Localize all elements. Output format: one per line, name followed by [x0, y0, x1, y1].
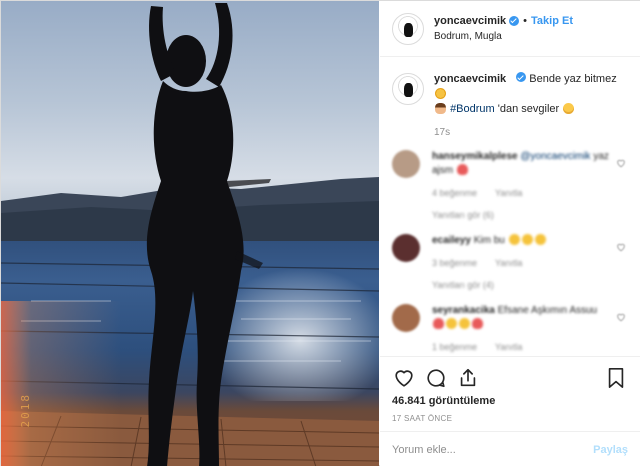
verified-badge-icon: [516, 72, 527, 82]
action-icons: [392, 363, 628, 393]
hearts-emoji-icon: [433, 318, 444, 329]
comment-text: ecaileyy Kim bu: [432, 234, 610, 248]
view-replies-link[interactable]: Yanıtları gör (4): [432, 278, 610, 292]
heart-icon[interactable]: [392, 366, 416, 390]
laugh-emoji-icon: [521, 234, 533, 245]
caption-body: yoncaevcimik Bende yaz bitmez #Bodrum 'd…: [434, 72, 628, 117]
video-frame-art: [1, 3, 379, 466]
comment-username[interactable]: seyrankacika: [432, 305, 495, 316]
comment-text: seyrankacika Efsane Aşkımın Assuu: [432, 304, 610, 332]
comment-message: Kim bu: [473, 235, 505, 246]
comment-body: seyrankacika Efsane Aşkımın Assuu 1 beğe…: [432, 304, 610, 354]
avatar[interactable]: [392, 12, 424, 45]
caption-time: 17s: [434, 127, 451, 138]
hearts-emoji-icon: [472, 318, 483, 329]
post-actions: 46.841 görüntüleme 17 SAAT ÖNCE: [380, 356, 640, 423]
woman-emoji-icon: [435, 103, 446, 114]
comment-likes[interactable]: 1 beğenme: [432, 340, 477, 354]
laugh-emoji-icon: [534, 234, 546, 245]
post-side-panel: yoncaevcimik • Takip Et Bodrum, Mugla yo…: [380, 1, 640, 466]
smile-emoji-icon: [563, 103, 575, 114]
laugh-emoji-icon: [446, 318, 457, 329]
post-header: yoncaevcimik • Takip Et Bodrum, Mugla: [380, 1, 640, 57]
header-separator: •: [523, 14, 528, 27]
caption-text-1: Bende yaz bitmez: [529, 73, 617, 85]
comment-meta: 4 beğenme Yanıtla: [432, 186, 610, 200]
header-user-line: yoncaevcimik • Takip Et: [434, 13, 573, 29]
post-timestamp[interactable]: 17 SAAT ÖNCE: [392, 414, 628, 423]
comment-likes[interactable]: 3 beğenme: [432, 256, 477, 270]
comment-reply-button[interactable]: Yanıtla: [495, 186, 522, 200]
comment-item: hanseymikalplese @yoncaevcimik yaz ajsm …: [392, 150, 628, 222]
laugh-emoji-icon: [459, 318, 470, 329]
post-caption: yoncaevcimik Bende yaz bitmez #Bodrum 'd…: [392, 72, 628, 117]
post-video[interactable]: 2018: [1, 1, 379, 466]
share-icon[interactable]: [456, 366, 480, 390]
header-text: yoncaevcimik • Takip Et Bodrum, Mugla: [434, 13, 573, 45]
comment-like-heart-icon[interactable]: [616, 312, 626, 322]
add-comment-bar: Paylaş: [380, 431, 640, 466]
comment-icon[interactable]: [424, 366, 448, 390]
comment-input[interactable]: [392, 443, 594, 456]
laugh-emoji-icon: [508, 234, 520, 245]
view-count[interactable]: 46.841 görüntüleme: [392, 395, 628, 407]
comment-body: hanseymikalplese @yoncaevcimik yaz ajsm …: [432, 150, 610, 222]
caption-username[interactable]: yoncaevcimik: [434, 73, 506, 85]
comment-message: Efsane Aşkımın Assuu: [497, 305, 598, 316]
instagram-post-modal: 2018 yoncaevcimik • Takip Et Bodrum, Mug…: [0, 0, 640, 466]
comment-like-heart-icon[interactable]: [616, 242, 626, 252]
comment-avatar[interactable]: [392, 234, 420, 262]
header-username[interactable]: yoncaevcimik: [434, 13, 506, 29]
comment-text: hanseymikalplese @yoncaevcimik yaz ajsm: [432, 150, 610, 178]
comment-username[interactable]: hanseymikalplese: [432, 151, 518, 162]
view-replies-link[interactable]: Yanıtları gör (6): [432, 208, 610, 222]
comment-body: ecaileyy Kim bu 3 beğenme Yanıtla Yanıtl…: [432, 234, 610, 292]
comment-avatar[interactable]: [392, 150, 420, 178]
comments-section[interactable]: yoncaevcimik Bende yaz bitmez #Bodrum 'd…: [380, 58, 640, 355]
comment-username[interactable]: ecaileyy: [432, 235, 471, 246]
verified-badge-icon: [509, 15, 520, 26]
comment-likes[interactable]: 4 beğenme: [432, 186, 477, 200]
hearts-emoji-icon: [456, 164, 468, 175]
comment-reply-button[interactable]: Yanıtla: [495, 340, 522, 354]
hashtag-link[interactable]: #Bodrum: [450, 103, 495, 115]
caption-text-2: 'dan sevgiler: [497, 103, 560, 115]
comment-meta: 1 beğenme Yanıtla: [432, 340, 610, 354]
post-comment-button[interactable]: Paylaş: [593, 444, 628, 456]
comment-item: ecaileyy Kim bu 3 beğenme Yanıtla Yanıtl…: [392, 234, 628, 292]
bookmark-icon[interactable]: [604, 366, 628, 390]
comment-avatar[interactable]: [392, 304, 420, 332]
sun-emoji-icon: [435, 88, 446, 99]
location-link[interactable]: Bodrum, Mugla: [434, 29, 573, 45]
comment-reply-button[interactable]: Yanıtla: [495, 256, 522, 270]
comment-meta: 3 beğenme Yanıtla: [432, 256, 610, 270]
comment-item: seyrankacika Efsane Aşkımın Assuu 1 beğe…: [392, 304, 628, 354]
follow-button[interactable]: Takip Et: [531, 13, 573, 29]
comment-like-heart-icon[interactable]: [616, 158, 626, 168]
video-date-stamp: 2018: [19, 393, 32, 428]
caption-avatar[interactable]: [392, 73, 424, 105]
comment-mention[interactable]: @yoncaevcimik: [520, 151, 590, 162]
